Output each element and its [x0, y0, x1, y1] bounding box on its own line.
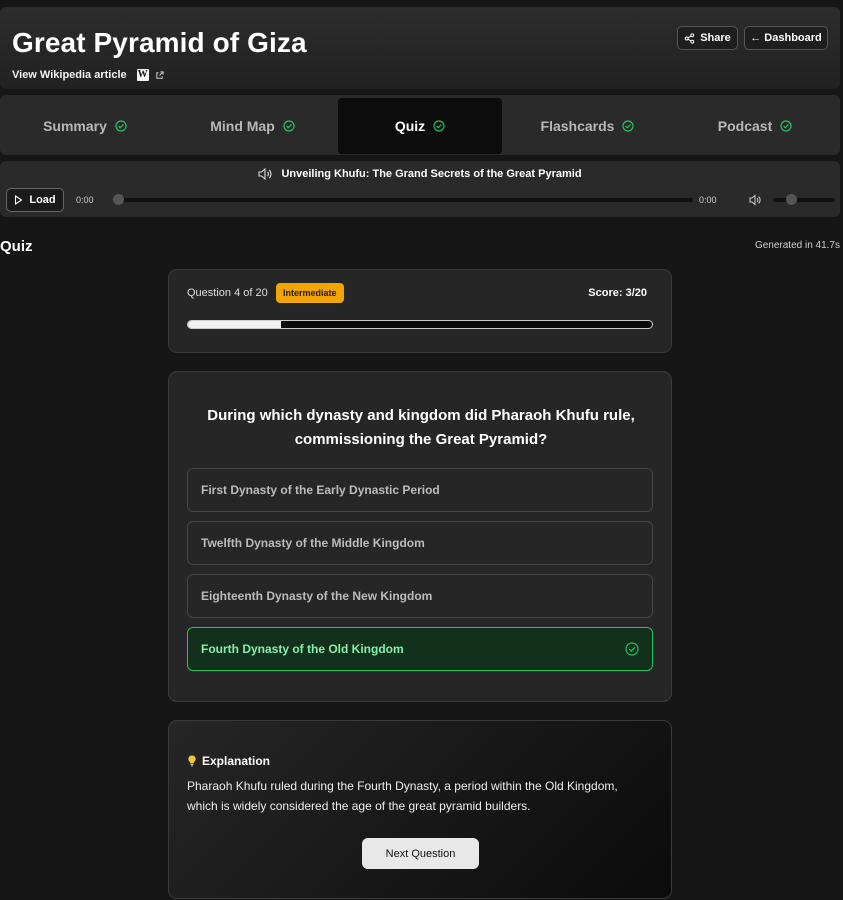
explanation-text: Pharaoh Khufu ruled during the Fourth Dy…: [187, 779, 618, 813]
answer-text: Eighteenth Dynasty of the New Kingdom: [201, 589, 433, 603]
tab-mind-map[interactable]: Mind Map: [170, 98, 335, 154]
tab-flashcards[interactable]: Flashcards: [505, 98, 670, 154]
section-title: Quiz: [0, 238, 33, 255]
tab-bar: Summary Mind Map Quiz Flashcards Podcast: [0, 95, 840, 155]
answer-option-correct[interactable]: Fourth Dynasty of the Old Kingdom: [187, 627, 653, 671]
tab-label: Mind Map: [210, 118, 275, 134]
check-circle-icon: [780, 120, 792, 132]
volume-icon[interactable]: [749, 194, 761, 206]
share-label: Share: [700, 32, 731, 44]
answer-text: Twelfth Dynasty of the Middle Kingdom: [201, 536, 425, 550]
check-circle-icon: [622, 120, 635, 132]
seek-bar[interactable]: [113, 194, 693, 205]
seek-handle[interactable]: [113, 194, 124, 205]
answer-option[interactable]: Eighteenth Dynasty of the New Kingdom: [187, 574, 653, 618]
page-title: Great Pyramid of Giza: [12, 27, 307, 58]
difficulty-badge: Intermediate: [276, 283, 344, 303]
tab-label: Podcast: [717, 118, 773, 134]
play-icon: [15, 195, 23, 205]
volume-handle[interactable]: [785, 194, 797, 205]
answer-option[interactable]: Twelfth Dynasty of the Middle Kingdom: [187, 521, 653, 565]
answer-text: First Dynasty of the Early Dynastic Peri…: [201, 483, 440, 497]
tab-label: Summary: [43, 118, 107, 134]
check-circle-icon: [115, 120, 127, 132]
wikipedia-link[interactable]: View Wikipedia article W: [12, 69, 164, 81]
share-button[interactable]: Share: [677, 26, 738, 50]
question-counter: Question 4 of 20: [187, 287, 268, 299]
track-title-text: Unveiling Khufu: The Grand Secrets of th…: [281, 168, 582, 180]
volume-slider[interactable]: [773, 194, 835, 205]
dashboard-button[interactable]: ← Dashboard: [744, 26, 828, 50]
question-card: During which dynasty and kingdom did Pha…: [168, 371, 672, 702]
score: Score: 3/20: [588, 287, 647, 299]
external-link-icon: [155, 70, 164, 79]
speaker-icon: [258, 168, 272, 180]
tab-summary[interactable]: Summary: [3, 98, 167, 154]
dashboard-label: ← Dashboard: [750, 32, 822, 44]
track-title: Unveiling Khufu: The Grand Secrets of th…: [0, 168, 840, 180]
lightbulb-icon: [188, 755, 196, 767]
explanation-heading: Explanation: [187, 754, 270, 768]
tab-podcast[interactable]: Podcast: [673, 98, 837, 154]
explanation-card: Explanation Pharaoh Khufu ruled during t…: [168, 720, 672, 899]
check-circle-icon: [433, 120, 445, 132]
load-label: Load: [29, 194, 56, 206]
answer-option[interactable]: First Dynasty of the Early Dynastic Peri…: [187, 468, 653, 512]
quiz-progress-fill: [188, 321, 281, 328]
explanation-title: Explanation: [202, 754, 271, 768]
wikipedia-link-label: View Wikipedia article: [12, 69, 127, 81]
question-text: During which dynasty and kingdom did Pha…: [207, 407, 635, 448]
load-button[interactable]: Load: [6, 188, 64, 212]
duration: 0:00: [699, 195, 717, 205]
wikipedia-icon: W: [136, 69, 149, 81]
answer-text: Fourth Dynasty of the Old Kingdom: [201, 642, 404, 656]
tab-label: Flashcards: [540, 118, 615, 134]
check-circle-icon: [625, 642, 639, 656]
quiz-progress-bar: [187, 320, 653, 329]
share-icon: [684, 32, 695, 44]
audio-player: Unveiling Khufu: The Grand Secrets of th…: [0, 161, 840, 217]
tab-quiz[interactable]: Quiz: [338, 98, 502, 154]
next-question-button[interactable]: Next Question: [362, 838, 479, 869]
quiz-progress-card: Question 4 of 20 Intermediate Score: 3/2…: [168, 269, 672, 353]
page-header: Great Pyramid of Giza View Wikipedia art…: [0, 7, 840, 89]
tab-label: Quiz: [394, 118, 426, 134]
generation-time: Generated in 41.7s: [754, 240, 840, 251]
current-time: 0:00: [76, 195, 94, 205]
check-circle-icon: [283, 120, 295, 132]
